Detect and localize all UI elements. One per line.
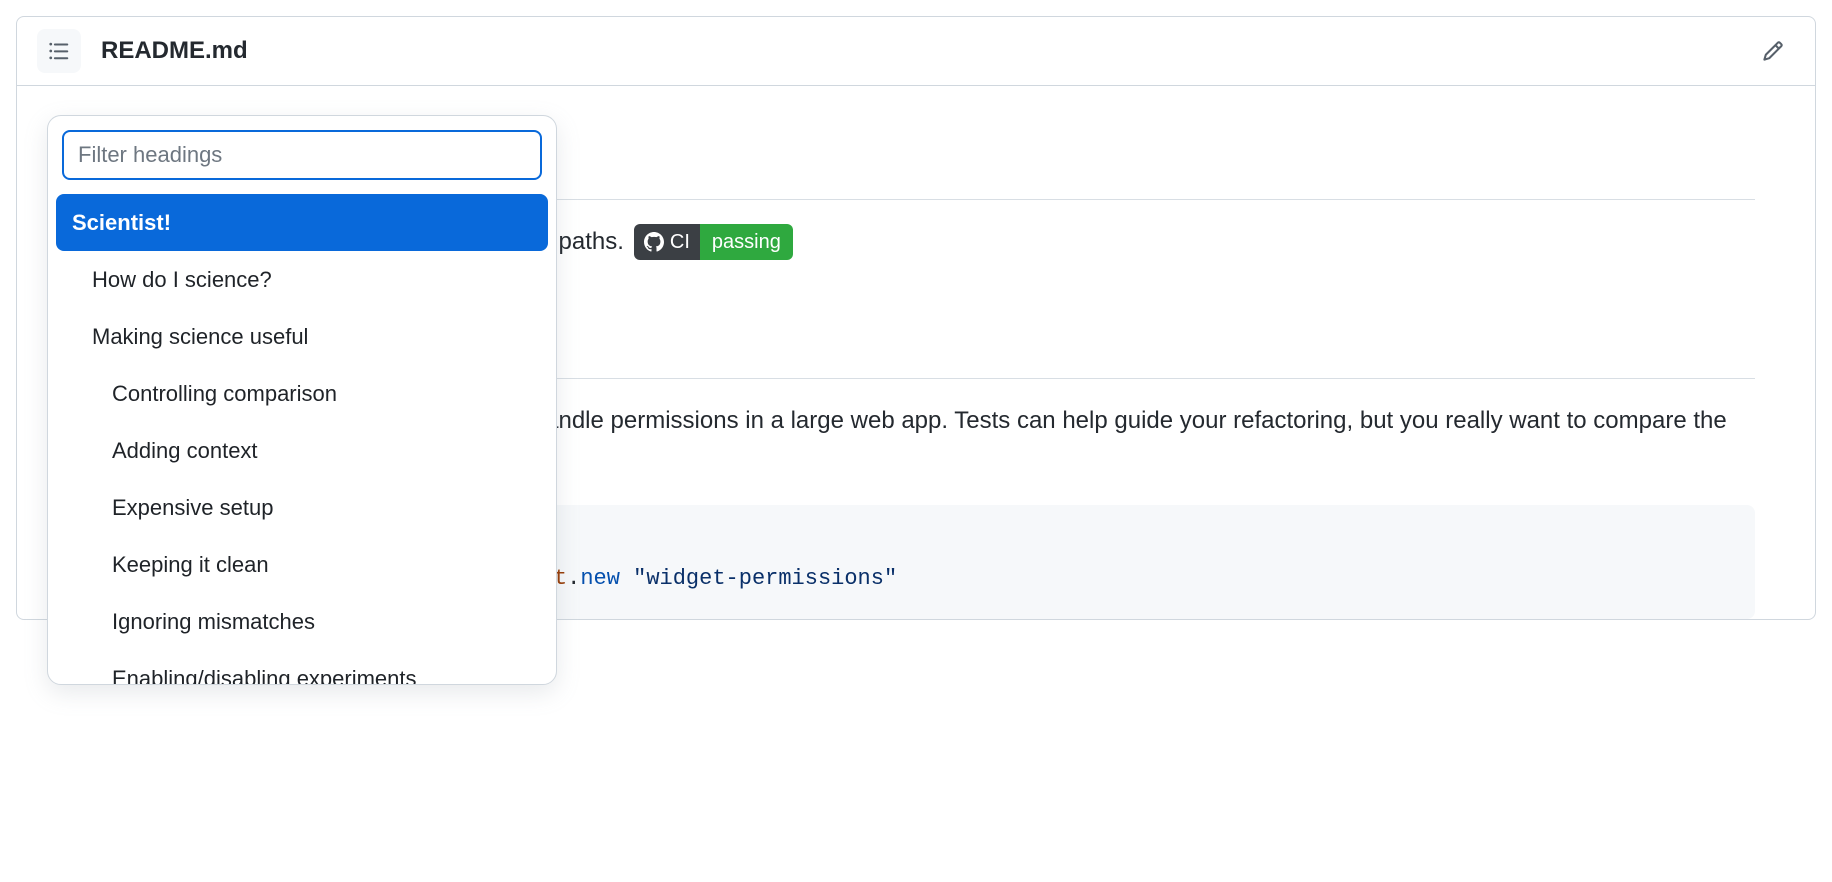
outline-item[interactable]: How do I science? — [56, 251, 548, 308]
outline-item[interactable]: Enabling/disabling experiments — [56, 650, 548, 684]
outline-item[interactable]: Adding context — [56, 422, 548, 479]
code-call: new — [580, 566, 620, 591]
pencil-icon — [1762, 40, 1784, 62]
github-mark-icon — [644, 232, 664, 252]
outline-item[interactable]: Making science useful — [56, 308, 548, 365]
file-title: README.md — [101, 33, 248, 69]
outline-item[interactable]: Scientist! — [56, 194, 548, 251]
filter-headings-input[interactable] — [62, 130, 542, 180]
file-header: README.md — [17, 17, 1815, 85]
outline-item[interactable]: Controlling comparison — [56, 365, 548, 422]
filter-wrap — [48, 116, 556, 194]
outline-popover: Scientist!How do I science?Making scienc… — [47, 115, 557, 685]
outline-toggle-button[interactable] — [37, 29, 81, 73]
outline-item[interactable]: Keeping it clean — [56, 536, 548, 593]
badge-right: passing — [700, 224, 793, 260]
edit-button[interactable] — [1751, 29, 1795, 73]
badge-left-text: CI — [670, 227, 690, 257]
ci-badge[interactable]: CI passing — [634, 224, 793, 260]
badge-left: CI — [634, 224, 700, 260]
code-t: . — [567, 566, 580, 591]
outline-item[interactable]: Expensive setup — [56, 479, 548, 536]
outline-item[interactable]: Ignoring mismatches — [56, 593, 548, 650]
heading-list[interactable]: Scientist!How do I science?Making scienc… — [48, 194, 556, 684]
code-string: "widget-permissions" — [633, 566, 897, 591]
list-icon — [48, 40, 70, 62]
readme-box: README.md Scientist! A Ruby library for … — [16, 16, 1816, 620]
code-t — [620, 566, 633, 591]
